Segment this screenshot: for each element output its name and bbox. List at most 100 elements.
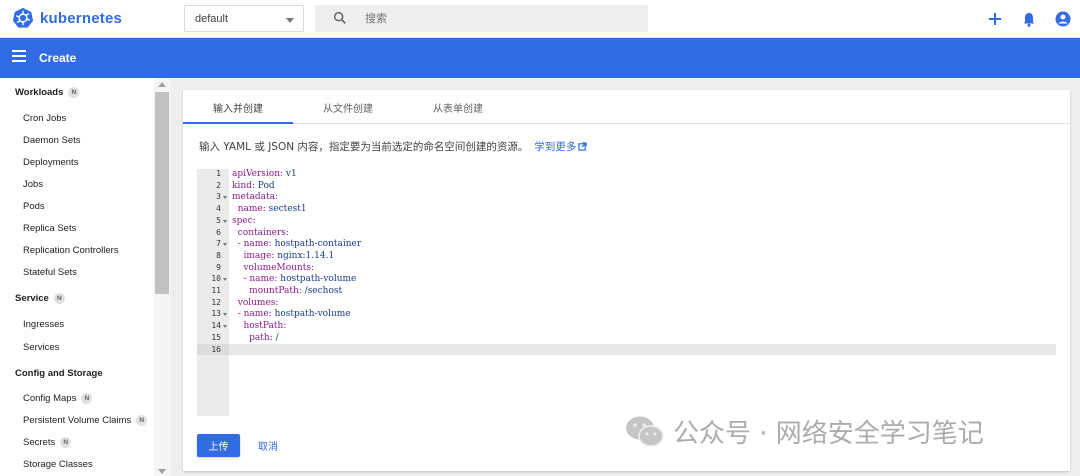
namespaced-badge: N — [60, 437, 72, 448]
brand-logo[interactable]: kubernetes — [12, 7, 122, 29]
code-key: - name: — [237, 309, 272, 320]
line-number: 9 — [216, 262, 221, 272]
code-value: hostpath-volume — [271, 309, 351, 320]
account-button[interactable] — [1046, 8, 1080, 30]
learn-more-link[interactable]: 学到更多 — [534, 141, 588, 153]
tab-create-from-file[interactable]: 从文件创建 — [293, 90, 403, 124]
code-key: kind: — [232, 180, 255, 191]
code-line: name: sectest1 — [232, 204, 307, 214]
code-key: hostPath: — [243, 321, 287, 332]
search-box[interactable] — [315, 5, 648, 32]
code-key: image: — [243, 250, 275, 261]
code-key: mountPath: — [249, 286, 302, 296]
line-number: 13 — [211, 309, 221, 319]
line-number: 7 — [216, 239, 221, 249]
plus-icon — [989, 13, 1001, 25]
notifications-button[interactable] — [1012, 8, 1046, 30]
sidebar-item-stateful-sets[interactable]: Stateful Sets — [23, 267, 77, 278]
active-line-highlight — [229, 344, 1056, 355]
line-number: 3 — [216, 192, 221, 202]
page-header: Create — [0, 38, 1080, 78]
sidebar-section-service[interactable]: Service N — [15, 293, 65, 304]
create-button[interactable] — [978, 8, 1012, 30]
code-line: volumes: — [232, 298, 279, 308]
namespaced-badge: N — [136, 415, 148, 426]
top-bar: kubernetes default — [0, 0, 1080, 38]
code-line: - name: hostpath-volume — [232, 274, 356, 284]
line-number: 4 — [216, 204, 221, 214]
scroll-up-arrow-icon[interactable] — [158, 82, 166, 87]
code-key: name: — [237, 204, 266, 215]
top-actions — [978, 8, 1080, 30]
fold-toggle-icon[interactable] — [223, 278, 227, 282]
sidebar-item-jobs[interactable]: Jobs — [23, 179, 43, 190]
sidebar-item-config-maps[interactable]: Config Maps N — [23, 393, 93, 404]
line-number: 6 — [216, 227, 221, 237]
sidebar: Workloads N Cron Jobs Daemon Sets Deploy… — [0, 78, 170, 476]
create-tabs: 输入并创建 从文件创建 从表单创建 — [183, 90, 1070, 124]
code-line: - name: hostpath-container — [232, 239, 361, 249]
sidebar-scrollbar-thumb[interactable] — [155, 92, 169, 294]
code-value: sectest1 — [265, 204, 307, 215]
cancel-button[interactable]: 取消 — [249, 434, 287, 457]
code-value: /sechost — [301, 286, 343, 296]
sidebar-item-persistent-volume-claims[interactable]: Persistent Volume Claims N — [23, 415, 148, 426]
sidebar-item-secrets[interactable]: Secrets N — [23, 437, 72, 448]
line-number: 5 — [216, 215, 221, 225]
namespaced-badge: N — [81, 393, 93, 404]
active-tab-indicator — [183, 122, 293, 124]
code-line: kind: Pod — [232, 181, 275, 191]
account-icon — [1055, 11, 1071, 27]
chevron-down-icon — [286, 18, 294, 23]
code-line: - name: hostpath-volume — [232, 309, 351, 319]
namespace-select[interactable]: default — [184, 5, 304, 32]
tab-input-and-create[interactable]: 输入并创建 — [183, 90, 293, 124]
menu-icon[interactable] — [12, 50, 26, 62]
sidebar-item-deployments[interactable]: Deployments — [23, 157, 78, 168]
code-value: hostpath-volume — [277, 274, 357, 285]
line-number: 16 — [211, 344, 221, 354]
code-line: apiVersion: v1 — [232, 169, 297, 179]
tab-create-from-form[interactable]: 从表单创建 — [403, 90, 513, 124]
code-key: spec: — [232, 215, 256, 226]
sidebar-item-pods[interactable]: Pods — [23, 201, 45, 212]
fold-toggle-icon[interactable] — [223, 219, 227, 223]
code-line: volumeMounts: — [232, 263, 314, 273]
page-title: Create — [39, 51, 77, 65]
code-key: metadata: — [232, 192, 278, 203]
sidebar-item-daemon-sets[interactable]: Daemon Sets — [23, 135, 81, 146]
line-number: 15 — [211, 332, 221, 342]
sidebar-section-workloads[interactable]: Workloads N — [15, 87, 80, 98]
fold-toggle-icon[interactable] — [223, 325, 227, 329]
code-value: nginx:1.14.1 — [274, 250, 335, 261]
sidebar-item-cron-jobs[interactable]: Cron Jobs — [23, 113, 66, 124]
sidebar-section-config-and-storage[interactable]: Config and Storage — [15, 368, 103, 379]
code-key: containers: — [237, 227, 289, 238]
search-icon — [333, 11, 346, 24]
search-input[interactable] — [365, 9, 635, 28]
scroll-down-arrow-icon[interactable] — [158, 469, 166, 474]
sidebar-item-replica-sets[interactable]: Replica Sets — [23, 223, 76, 234]
sidebar-item-storage-classes[interactable]: Storage Classes — [23, 459, 93, 470]
code-value: / — [272, 332, 279, 343]
fold-toggle-icon[interactable] — [223, 313, 227, 317]
fold-toggle-icon[interactable] — [223, 243, 227, 247]
line-number: 11 — [211, 286, 221, 295]
sidebar-item-ingresses[interactable]: Ingresses — [23, 319, 64, 330]
code-value: v1 — [283, 169, 297, 179]
line-number: 14 — [211, 321, 221, 331]
sidebar-item-services[interactable]: Services — [23, 342, 59, 353]
line-number: 12 — [211, 297, 221, 307]
sidebar-item-replication-controllers[interactable]: Replication Controllers — [23, 245, 119, 256]
yaml-editor[interactable]: 1 apiVersion: v1 2 kind: Pod 3 metadata: 4 nam… — [197, 169, 1056, 416]
fold-toggle-icon[interactable] — [223, 196, 227, 200]
line-number: 1 — [216, 169, 221, 178]
bell-icon — [1023, 12, 1035, 27]
upload-button[interactable]: 上传 — [197, 434, 240, 457]
namespace-selected-value: default — [195, 13, 229, 25]
